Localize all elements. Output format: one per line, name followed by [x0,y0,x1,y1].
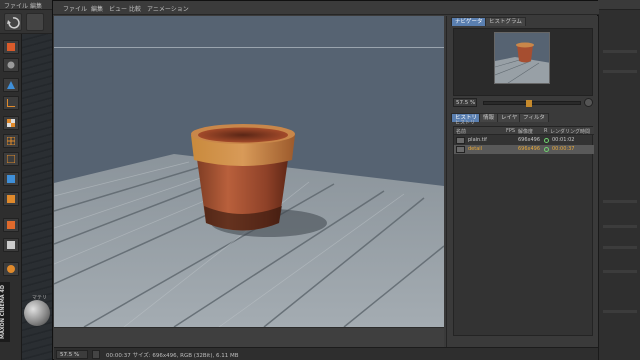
pv-menu-edit[interactable]: 編集 [91,4,103,13]
status-ok-icon [544,147,549,152]
tool-5[interactable] [3,116,19,130]
tool-12[interactable] [3,262,19,276]
navigator-zoom: 57.5 % [453,98,593,108]
history-time: 00:00:37 [552,146,575,152]
axis-icon [7,99,15,107]
undo-icon [7,17,20,29]
picture-viewer-menubar: ファイル 編集 ビュー 比較 アニメーション [53,1,599,15]
tab-layer[interactable]: レイヤ [497,113,522,122]
tab-info[interactable]: 情報 [479,113,499,122]
pv-menu-file[interactable]: ファイル [63,4,87,13]
pv-menu-animation[interactable]: アニメーション [147,4,189,13]
tool-6[interactable] [3,134,19,148]
zoom-plus-icon[interactable] [584,98,593,107]
history-row[interactable]: detail 696x496 00:00:37 [454,145,594,154]
tool-9[interactable] [3,192,19,206]
history-row[interactable]: plain.tif 696x496 00:01:02 [454,136,594,145]
status-ok-icon [544,138,549,143]
col-resolution[interactable]: 解像度 [518,128,533,135]
col-fps[interactable]: FPS [506,128,515,134]
status-arrow-icon[interactable] [92,350,100,359]
tool-move[interactable] [3,40,19,54]
tab-filter[interactable]: フィルタ [519,113,549,122]
image-border-line [54,47,444,48]
material-label: マテリ [32,295,48,301]
history-thumb [456,137,465,144]
tool-11[interactable] [3,238,19,252]
tool-7[interactable] [3,152,19,166]
col-name[interactable]: 名前 [456,128,466,135]
scale-icon [7,61,15,69]
col-render-time[interactable]: レンダリング時間 [550,128,590,135]
status-zoom[interactable]: 57.5 % [56,350,88,359]
history-name: plain.tif [468,137,487,143]
main-toolbar [0,10,52,34]
history-time: 00:01:02 [552,137,575,143]
tool-rotate[interactable] [3,78,19,92]
picture-viewer-statusbar: 57.5 % 00:00:37 サイズ: 696x496, RGB (32Bit… [54,347,598,360]
polygons-icon [7,195,15,203]
snap-icon [7,265,15,273]
checker-icon [7,119,15,127]
navigator-zoom-value[interactable]: 57.5 % [453,98,477,107]
rendered-flowerpot-scene [54,124,444,327]
history-list: 名前 FPS 解像度 R レンダリング時間 plain.tif 696x496 … [453,126,594,336]
tab-histogram[interactable]: ヒストグラム [485,17,526,26]
pv-menu-view[interactable]: ビュー [109,4,127,13]
menu-file[interactable]: ファイル [4,1,28,10]
points-icon [7,155,15,163]
tool-scale[interactable] [3,58,19,72]
maxon-logo: MAXON CINEMA 4D [0,282,10,342]
tool-10[interactable] [3,218,19,232]
rotate-icon [7,81,15,89]
history-res: 696x496 [518,146,541,152]
status-info: 00:00:37 サイズ: 696x496, RGB (32Bit), 6.11… [106,353,239,359]
picture-viewer-window: ファイル 編集 ビュー 比較 アニメーション ナビゲータ ヒストグラム 57.5… [52,0,599,360]
history-section-label: ヒストリ [455,120,476,126]
horizontal-scrollbar[interactable] [54,327,444,347]
history-res: 696x496 [518,137,541,143]
edges-icon [7,175,15,183]
menu-edit[interactable]: 編集 [30,1,42,10]
tool-4[interactable] [3,96,19,110]
lock-icon [7,221,15,229]
col-r[interactable]: R [544,128,547,134]
undo-button[interactable] [4,13,22,31]
history-header: 名前 FPS 解像度 R レンダリング時間 [454,127,594,135]
tool-8[interactable] [3,172,19,186]
move-icon [7,43,15,51]
picture-viewer-side-panel: ナビゲータ ヒストグラム 57.5 % ヒストリ 情報 レイヤ フィルタ ヒスト… [446,16,598,347]
navigator-tabs: ナビゲータ ヒストグラム [447,16,599,27]
navigator-preview[interactable] [453,28,593,96]
history-name: detail [468,146,483,152]
grid-icon [7,137,15,145]
attribute-panel-edge [598,10,640,360]
pv-menu-compare[interactable]: 比較 [129,4,141,13]
material-preview[interactable] [24,300,50,326]
tab-navigator[interactable]: ナビゲータ [451,17,487,26]
solo-icon [7,241,15,249]
history-thumb [456,146,465,153]
thumbnail-image [495,33,549,83]
navigator-thumbnail [494,32,550,84]
render-image[interactable] [54,16,444,327]
zoom-slider[interactable] [483,100,581,107]
redo-button[interactable] [26,13,44,31]
zoom-slider-knob[interactable] [526,100,532,107]
